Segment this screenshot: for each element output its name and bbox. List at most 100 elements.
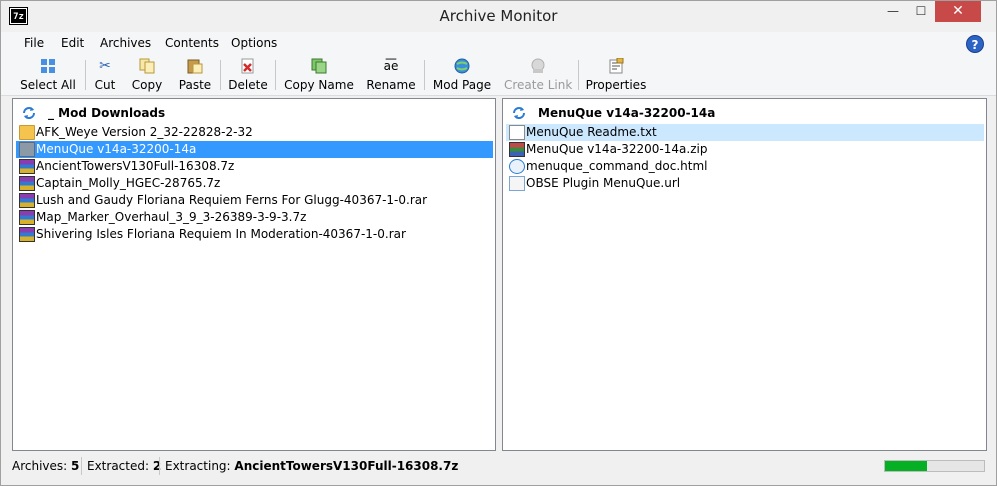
scissors-icon: ✂ <box>99 58 111 74</box>
progress-fill <box>885 461 927 471</box>
html-file-icon <box>509 159 525 174</box>
create-link-label: Create Link <box>504 78 573 92</box>
status-bar: Archives: 5 Extracted: 2 Extracting: Anc… <box>1 454 996 479</box>
copy-name-icon <box>310 58 328 74</box>
item-name: AFK_Weye Version 2_32-22828-2-32 <box>36 125 253 139</box>
extraction-progress-bar <box>884 460 985 472</box>
extracted-count: Extracted: 2 <box>87 459 162 473</box>
create-link-button[interactable]: Create Link <box>504 58 572 94</box>
contents-list: MenuQue Readme.txt MenuQue v14a-32200-14… <box>506 124 984 192</box>
menu-edit[interactable]: Edit <box>61 36 84 50</box>
menu-bar: File Edit Archives Contents Options ? <box>1 32 996 56</box>
archives-pane-title: _ Mod Downloads <box>48 106 166 120</box>
select-all-button[interactable]: Select All <box>18 58 78 94</box>
copy-name-label: Copy Name <box>284 78 354 92</box>
toolbar: Select All ✂ Cut Copy Paste Delete Copy … <box>1 56 996 96</box>
archive-icon <box>19 159 35 174</box>
toolbar-separator <box>85 60 86 90</box>
folder-icon <box>19 142 35 157</box>
properties-button[interactable]: Properties <box>585 57 647 94</box>
list-item[interactable]: Lush and Gaudy Floriana Requiem Ferns Fo… <box>16 192 493 209</box>
archives-count: Archives: 5 <box>12 459 80 473</box>
list-item[interactable]: AncientTowersV130Full-16308.7z <box>16 158 493 175</box>
zip-file-icon <box>509 142 525 157</box>
copy-label: Copy <box>131 78 163 92</box>
status-separator <box>159 457 160 475</box>
toolbar-separator <box>220 60 221 90</box>
list-item[interactable]: MenuQue v14a-32200-14a.zip <box>506 141 984 158</box>
maximize-button[interactable]: ☐ <box>907 1 935 22</box>
toolbar-separator <box>275 60 276 90</box>
contents-pane-header: MenuQue v14a-32200-14a <box>503 103 986 123</box>
archives-pane-header: _ Mod Downloads <box>13 103 495 123</box>
item-name: MenuQue v14a-32200-14a <box>36 142 197 156</box>
delete-label: Delete <box>228 78 268 92</box>
list-item[interactable]: OBSE Plugin MenuQue.url <box>506 175 984 192</box>
menu-contents[interactable]: Contents <box>165 36 219 50</box>
cut-label: Cut <box>94 78 116 92</box>
item-name: Lush and Gaudy Floriana Requiem Ferns Fo… <box>36 193 428 207</box>
menu-archives[interactable]: Archives <box>100 36 151 50</box>
properties-icon <box>607 57 625 74</box>
window-title: Archive Monitor <box>439 7 558 25</box>
item-name: AncientTowersV130Full-16308.7z <box>36 159 235 173</box>
archive-icon <box>19 210 35 225</box>
refresh-icon[interactable] <box>21 105 37 121</box>
archive-icon <box>19 227 35 242</box>
item-name: Captain_Molly_HGEC-28765.7z <box>36 176 221 190</box>
menu-file[interactable]: File <box>24 36 44 50</box>
archive-icon <box>19 193 35 208</box>
link-icon <box>529 58 547 74</box>
refresh-icon[interactable] <box>511 105 527 121</box>
list-item[interactable]: Captain_Molly_HGEC-28765.7z <box>16 175 493 192</box>
status-separator <box>81 457 82 475</box>
title-bar[interactable]: 7z Archive Monitor — ☐ ✕ <box>1 1 996 32</box>
url-file-icon <box>509 176 525 191</box>
archives-list: AFK_Weye Version 2_32-22828-2-32 MenuQue… <box>16 124 493 243</box>
list-item[interactable]: AFK_Weye Version 2_32-22828-2-32 <box>16 124 493 141</box>
delete-icon <box>239 58 257 74</box>
toolbar-separator <box>578 60 579 90</box>
text-file-icon <box>509 125 525 140</box>
select-all-label: Select All <box>20 78 76 92</box>
properties-label: Properties <box>585 78 647 92</box>
extracting-status: Extracting: AncientTowersV130Full-16308.… <box>165 459 459 473</box>
archive-icon <box>19 176 35 191</box>
rename-label: Rename <box>366 78 416 92</box>
cut-button[interactable]: ✂ Cut <box>91 58 119 94</box>
list-item[interactable]: MenuQue Readme.txt <box>506 124 984 141</box>
help-icon[interactable]: ? <box>966 35 984 53</box>
select-all-icon <box>39 58 57 74</box>
paste-icon <box>186 58 204 74</box>
list-item[interactable]: Shivering Isles Floriana Requiem In Mode… <box>16 226 493 243</box>
contents-pane-title: MenuQue v14a-32200-14a <box>538 106 716 120</box>
app-window: 7z Archive Monitor — ☐ ✕ File Edit Archi… <box>0 0 997 486</box>
item-name: OBSE Plugin MenuQue.url <box>526 176 681 190</box>
menu-options[interactable]: Options <box>231 36 277 50</box>
copy-name-button[interactable]: Copy Name <box>283 58 355 94</box>
contents-pane[interactable]: MenuQue v14a-32200-14a MenuQue Readme.tx… <box>502 98 987 451</box>
copy-icon <box>138 58 156 74</box>
copy-button[interactable]: Copy <box>129 58 165 94</box>
minimize-button[interactable]: — <box>879 1 907 22</box>
archives-pane[interactable]: _ Mod Downloads AFK_Weye Version 2_32-22… <box>12 98 496 451</box>
paste-label: Paste <box>178 78 212 92</box>
item-name: MenuQue v14a-32200-14a.zip <box>526 142 708 156</box>
item-name: MenuQue Readme.txt <box>526 125 657 139</box>
item-name: Shivering Isles Floriana Requiem In Mode… <box>36 227 406 241</box>
list-item[interactable]: Map_Marker_Overhaul_3_9_3-26389-3-9-3.7z <box>16 209 493 226</box>
close-button[interactable]: ✕ <box>935 1 981 22</box>
mod-page-button[interactable]: Mod Page <box>431 58 493 94</box>
toolbar-separator <box>424 60 425 90</box>
item-name: menuque_command_doc.html <box>526 159 708 173</box>
item-name: Map_Marker_Overhaul_3_9_3-26389-3-9-3.7z <box>36 210 307 224</box>
list-item[interactable]: menuque_command_doc.html <box>506 158 984 175</box>
list-item[interactable]: MenuQue v14a-32200-14a <box>16 141 493 158</box>
mod-page-label: Mod Page <box>432 78 492 92</box>
rename-button[interactable]: a͞e Rename <box>365 58 417 94</box>
paste-button[interactable]: Paste <box>176 58 214 94</box>
rename-icon: a͞e <box>383 59 399 73</box>
delete-button[interactable]: Delete <box>227 58 269 94</box>
globe-icon <box>453 58 471 74</box>
folder-icon <box>19 125 35 140</box>
